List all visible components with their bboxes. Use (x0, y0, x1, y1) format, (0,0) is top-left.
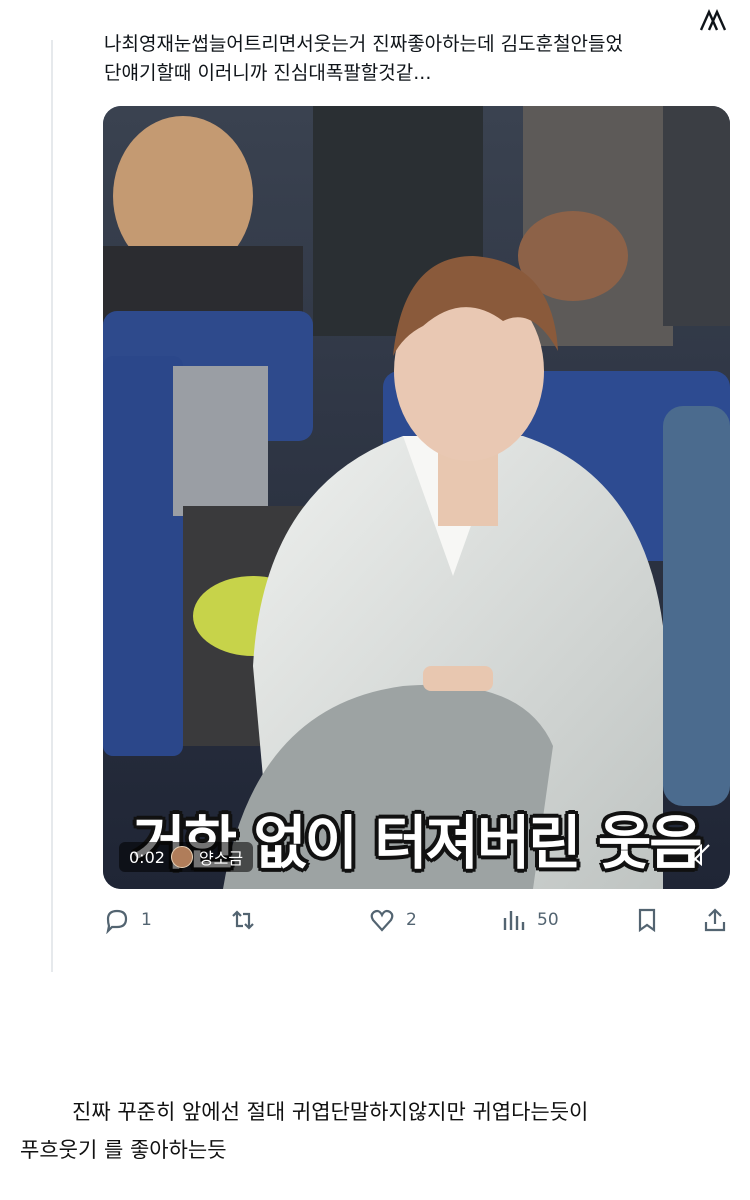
comment-text: 진짜 꾸준히 앞에선 절대 귀엽단말하지않지만 귀엽다는듯이 푸흐웃기 를 좋아… (20, 1093, 740, 1169)
video-timestamp: 0:02 (129, 847, 165, 867)
share-icon (704, 908, 726, 932)
retweet-icon (232, 910, 254, 930)
video-frame (103, 106, 730, 889)
tweet-text: 나최영재눈썹늘어트리면서웃는거 진짜좋아하는데 김도훈철안들었 단얘기할때 이러… (104, 30, 734, 88)
reply-button[interactable]: 1 (103, 900, 152, 940)
thread-line (51, 40, 53, 972)
reply-icon (106, 909, 128, 934)
reply-count: 1 (141, 910, 152, 930)
channel-avatar (170, 846, 193, 868)
video-info-overlay: 0:02 양소금 (119, 842, 254, 872)
channel-name: 양소금 (198, 849, 244, 868)
retweet-button[interactable] (229, 900, 267, 940)
view-count: 50 (537, 910, 559, 930)
tweet-text-line-2: 단얘기할때 이러니까 진심대폭팔할것같... (104, 62, 432, 84)
tweet-actions: 1 2 50 (103, 900, 730, 940)
comment-line-2: 푸흐웃기 를 좋아하는듯 (20, 1138, 227, 1162)
bookmark-button[interactable] (633, 900, 661, 940)
logo-icon (699, 9, 727, 31)
views-button[interactable]: 50 (499, 900, 559, 940)
like-count: 2 (406, 910, 417, 930)
comment-line-1: 진짜 꾸준히 앞에선 절대 귀엽단말하지않지만 귀엽다는듯이 (72, 1100, 589, 1124)
heart-icon (370, 909, 394, 932)
tweet-text-line-1: 나최영재눈썹늘어트리면서웃는거 진짜좋아하는데 김도훈철안들었 (104, 33, 624, 55)
like-button[interactable]: 2 (368, 900, 417, 940)
mute-icon[interactable] (684, 840, 714, 870)
views-icon (503, 911, 525, 930)
share-button[interactable] (701, 900, 729, 940)
bookmark-icon (638, 908, 656, 933)
video-player[interactable]: 거한 없이 터져버린 웃음 0:02 양소금 (103, 106, 730, 889)
